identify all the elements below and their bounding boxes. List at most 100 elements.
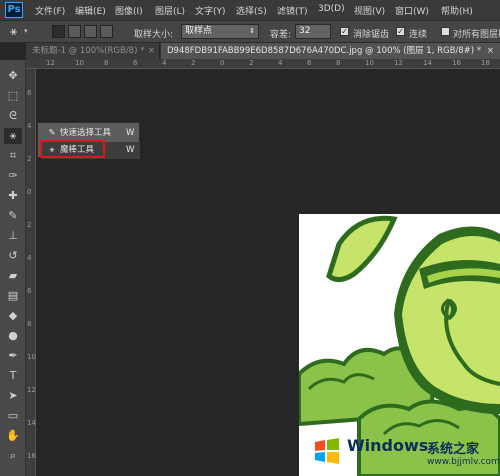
highlight-annotation [40,140,105,158]
ruler-v-label: 10 [27,353,36,361]
ruler-h-label: 2 [191,59,196,67]
eyedropper-icon[interactable]: ✑ [4,168,22,184]
magic-wand-preset-icon[interactable]: ⚹ [10,24,17,39]
intersect-selection-icon[interactable] [100,25,113,38]
ruler-v-label: 14 [27,419,36,427]
sample-size-label: 取样大小: [134,30,174,40]
flyout-item-shortcut: W [126,128,135,138]
add-selection-icon[interactable] [68,25,81,38]
menu-edit[interactable]: 编辑(E) [75,4,106,17]
menu-filter[interactable]: 滤镜(T) [277,4,308,17]
history-brush-icon[interactable]: ↺ [4,248,22,264]
all-layers-checkbox[interactable]: ✓ [441,27,450,36]
menu-layer[interactable]: 图层(L) [155,4,185,17]
eraser-icon[interactable]: ▰ [4,268,22,284]
contiguous-label: 连续 [409,30,428,40]
menu-window[interactable]: 窗口(W) [395,4,429,17]
move-icon[interactable]: ✥ [4,68,22,84]
lasso-icon[interactable]: ᘓ [4,108,22,124]
ruler-h-label: 16 [452,59,461,67]
menu-3d[interactable]: 3D(D) [318,4,345,14]
ruler-h-label: 8 [336,59,341,67]
contiguous-checkbox[interactable]: ✓ [396,27,405,36]
marquee-icon[interactable]: ⬚ [4,88,22,104]
preset-chevron-icon[interactable]: ▾ [24,27,28,35]
sample-size-select[interactable]: 取样点 ⇕ [181,24,259,39]
antialias-label: 消除锯齿 [353,30,390,40]
tab-untitled[interactable]: 未标题-1 @ 100%(RGB/8) * × [26,43,160,59]
hand-icon[interactable]: ✋ [4,428,22,444]
ruler-v-label: 2 [27,155,32,163]
new-selection-icon[interactable] [52,25,65,38]
ruler-h-label: 2 [249,59,254,67]
ruler-h-label: 14 [423,59,432,67]
menu-type[interactable]: 文字(Y) [195,4,226,17]
ruler-v-label: 12 [27,386,36,394]
ruler-v-label: 8 [27,320,32,328]
flyout-item-shortcut: W [126,145,135,155]
ruler-v-label: 16 [27,452,36,460]
ruler-h-label: 4 [162,59,167,67]
ruler-v-label: 6 [27,287,32,295]
gradient-icon[interactable]: ▤ [4,288,22,304]
tab-jpg-document[interactable]: D948FDB91FABB99E6D8587D676A470DC.jpg @ 1… [161,43,500,59]
flyout-item-quick-selection[interactable]: ✎ 快速选择工具 W [38,125,139,141]
ruler-h-label: 8 [104,59,109,67]
subtract-selection-icon[interactable] [84,25,97,38]
menu-help[interactable]: 帮助(H) [441,4,473,17]
menu-select[interactable]: 选择(S) [236,4,267,17]
menu-file[interactable]: 文件(F) [35,4,65,17]
document-tab-bar: 未标题-1 @ 100%(RGB/8) * × D948FDB91FABB99E… [26,43,500,59]
close-icon[interactable]: × [487,43,494,59]
healing-icon[interactable]: ✚ [4,188,22,204]
ruler-v-label: 0 [27,188,32,196]
tab-jpg-label: D948FDB91FABB99E6D8587D676A470DC.jpg @ 1… [167,46,482,56]
flyout-item-label: 快速选择工具 [60,128,112,138]
magic-wand-icon[interactable]: ⚹ [4,128,22,144]
photoshop-logo[interactable]: Ps [5,2,23,18]
close-icon[interactable]: × [148,43,155,59]
ruler-h-label: 12 [46,59,55,67]
vertical-ruler: 6 4 2 0 2 4 6 8 10 12 14 16 [26,69,36,476]
ruler-h-label: 6 [307,59,312,67]
menu-image[interactable]: 图像(I) [115,4,143,17]
brush-icon[interactable]: ✎ [4,208,22,224]
shape-icon[interactable]: ▭ [4,408,22,424]
dropdown-arrows-icon: ⇕ [249,27,255,35]
type-icon[interactable]: T [4,368,22,384]
antialias-checkbox[interactable]: ✓ [340,27,349,36]
ruler-h-label: 4 [278,59,283,67]
zoom-icon[interactable]: ⌕ [4,448,22,464]
windows-logo-icon [315,438,339,464]
quick-selection-icon: ✎ [48,128,56,138]
tools-panel: ✥ ⬚ ᘓ ⚹ ⌗ ✑ ✚ ✎ ⊥ ↺ ▰ ▤ ◆ ● ✒ T ➤ ▭ ✋ ⌕ [0,60,26,476]
path-select-icon[interactable]: ➤ [4,388,22,404]
all-layers-label: 对所有图层取 [453,30,500,40]
ruler-v-label: 2 [27,221,32,229]
watermark-brand-cn: 系统之家 [427,442,480,457]
ruler-h-label: 18 [481,59,490,67]
watermark-brand: Windows [347,436,429,455]
stamp-icon[interactable]: ⊥ [4,228,22,244]
ruler-v-label: 6 [27,89,32,97]
ruler-h-label: 10 [75,59,84,67]
ruler-h-label: 12 [394,59,403,67]
pen-icon[interactable]: ✒ [4,348,22,364]
tolerance-input[interactable]: 32 [295,24,331,39]
ruler-h-label: 6 [133,59,138,67]
dodge-icon[interactable]: ● [4,328,22,344]
crop-icon[interactable]: ⌗ [4,148,22,164]
ruler-h-label: 0 [220,59,225,67]
watermark-url: www.bjjmlv.com [427,457,500,467]
ruler-h-label: 10 [365,59,374,67]
watermark: Windows 系统之家 www.bjjmlv.com [299,420,500,476]
menu-bar: Ps 文件(F) 编辑(E) 图像(I) 图层(L) 文字(Y) 选择(S) 滤… [0,0,500,20]
sample-size-value: 取样点 [185,26,213,36]
horizontal-ruler: 12 10 8 6 4 2 0 2 4 6 8 10 12 14 16 18 [26,59,500,69]
options-bar: ⚹ ▾ 取样大小: 取样点 ⇕ 容差: 32 ✓ 消除锯齿 ✓ 连续 ✓ 对所有… [0,20,500,43]
tolerance-label: 容差: [270,30,292,40]
ruler-v-label: 4 [27,254,32,262]
menu-view[interactable]: 视图(V) [354,4,385,17]
ruler-v-label: 4 [27,122,32,130]
blur-icon[interactable]: ◆ [4,308,22,324]
